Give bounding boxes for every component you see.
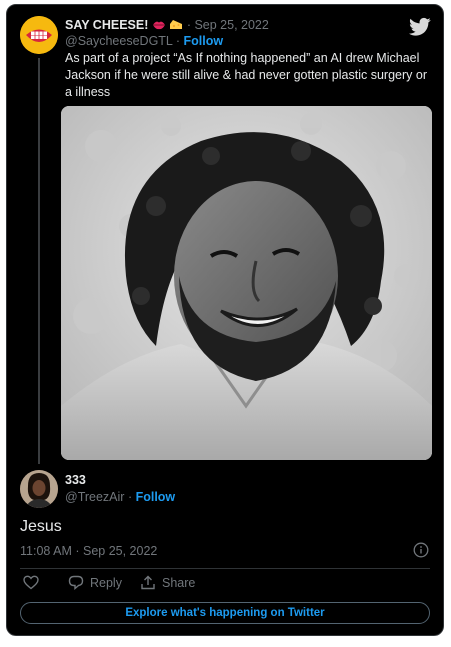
reply-author-name[interactable]: 333 bbox=[65, 473, 86, 487]
reply-author-avatar[interactable] bbox=[20, 470, 58, 508]
reply-button[interactable]: Reply bbox=[68, 575, 122, 590]
tweet-date[interactable]: Sep 25, 2022 bbox=[194, 18, 268, 32]
info-icon[interactable] bbox=[413, 542, 429, 558]
tweet-embed-card: SAY CHEESE! · Sep 25, 2022 @SaycheeseDGT… bbox=[6, 4, 444, 636]
tweet-photo[interactable] bbox=[61, 106, 432, 460]
reply-timestamp[interactable]: 11:08 AM · Sep 25, 2022 bbox=[20, 544, 157, 558]
author-name[interactable]: SAY CHEESE! bbox=[65, 18, 148, 32]
reply-text: Jesus bbox=[20, 518, 62, 535]
share-label: Share bbox=[162, 575, 196, 590]
reply-author-handle[interactable]: @TreezAir bbox=[65, 490, 124, 504]
reply-follow-button[interactable]: Follow bbox=[136, 490, 176, 504]
author-avatar[interactable] bbox=[20, 16, 58, 54]
share-icon bbox=[141, 575, 155, 590]
follow-button[interactable]: Follow bbox=[184, 34, 224, 48]
share-button[interactable]: Share bbox=[140, 575, 195, 590]
user-avatar-icon bbox=[20, 470, 58, 508]
tweet-text: As part of a project “As If nothing happ… bbox=[65, 51, 427, 99]
like-button[interactable] bbox=[23, 575, 39, 590]
heart-icon bbox=[23, 575, 39, 590]
thread-connector bbox=[38, 58, 40, 464]
reply-handle-line: @TreezAir · Follow bbox=[65, 490, 176, 504]
explore-twitter-button[interactable]: Explore what's happening on Twitter bbox=[20, 602, 430, 624]
author-handle[interactable]: @SaycheeseDGTL bbox=[65, 34, 172, 48]
reply-label: Reply bbox=[90, 575, 122, 590]
divider bbox=[20, 568, 430, 569]
say-cheese-logo-icon bbox=[20, 16, 58, 54]
handle-line: @SaycheeseDGTL · Follow bbox=[65, 34, 224, 48]
reply-header: 333 bbox=[65, 472, 86, 488]
portrait-image bbox=[61, 106, 432, 460]
reply-bubble-icon bbox=[68, 575, 84, 590]
twitter-bird-icon[interactable] bbox=[409, 17, 431, 37]
